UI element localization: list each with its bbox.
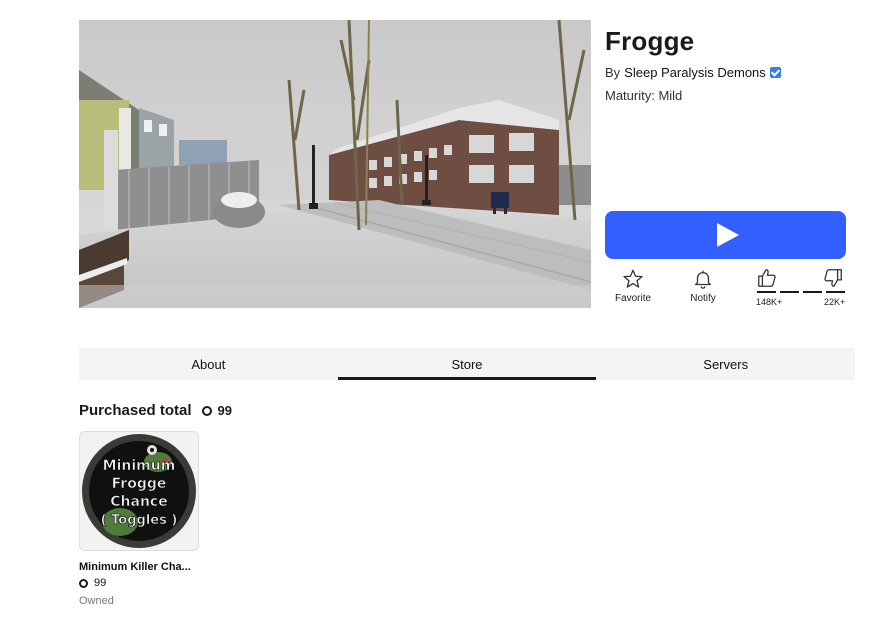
vote-ratio-bar	[757, 291, 845, 293]
verified-badge-icon	[769, 67, 781, 78]
purchased-total-amount: 99	[217, 403, 232, 418]
vote-bar-segment	[803, 291, 822, 293]
gamepass-text-line-2: Frogge	[112, 476, 167, 492]
purchased-total-label: Purchased total	[79, 402, 192, 419]
snowy-street-scene-image	[79, 20, 591, 308]
gamepass-text-line-3: Chance	[110, 494, 167, 510]
robux-icon	[79, 578, 88, 588]
favorite-label: Favorite	[614, 293, 652, 304]
creator-line: By Sleep Paralysis Demons	[605, 65, 781, 80]
vote-bar-segment	[757, 291, 776, 293]
store-item-thumbnail: Minimum Frogge Chance ( Toggles )	[79, 431, 199, 551]
store-item-price-value: 99	[94, 577, 107, 589]
play-icon	[716, 223, 739, 247]
game-title: Frogge	[605, 26, 695, 56]
maturity-rating: Maturity: Mild	[605, 88, 683, 103]
play-button[interactable]	[605, 211, 846, 259]
store-item-status: Owned	[79, 595, 114, 607]
gamepass-text-line-1: Minimum	[103, 458, 176, 474]
like-count: 148K+	[756, 297, 783, 307]
like-button[interactable]	[752, 267, 782, 289]
store-item-price: 99	[79, 577, 199, 589]
store-item-card[interactable]: Minimum Frogge Chance ( Toggles ) Minimu…	[79, 431, 199, 607]
game-thumbnail[interactable]	[79, 20, 591, 308]
star-icon	[623, 269, 643, 288]
store-item-name: Minimum Killer Cha...	[79, 561, 191, 573]
notify-label: Notify	[690, 293, 716, 304]
dislike-count: 22K+	[824, 297, 846, 307]
tab-bar: About Store Servers	[79, 348, 855, 380]
purchased-total-row: Purchased total 99	[79, 402, 232, 419]
favorite-button[interactable]: Favorite	[612, 268, 654, 304]
dislike-button[interactable]	[818, 267, 848, 289]
bell-icon	[695, 270, 711, 289]
vote-bar-segment	[780, 291, 799, 293]
thumbs-down-icon	[824, 269, 842, 287]
creator-link[interactable]: Sleep Paralysis Demons	[624, 65, 766, 80]
gamepass-text-line-4: ( Toggles )	[101, 513, 178, 528]
vote-bar-segment	[826, 291, 845, 293]
tab-about[interactable]: About	[79, 348, 338, 380]
tab-servers[interactable]: Servers	[596, 348, 855, 380]
tab-store[interactable]: Store	[337, 348, 597, 380]
by-label: By	[605, 65, 621, 80]
robux-icon	[201, 405, 212, 416]
game-details-page: Frogge By Sleep Paralysis Demons Maturit…	[0, 0, 887, 625]
gamepass-badge-image: Minimum Frogge Chance ( Toggles )	[82, 434, 196, 548]
thumbs-up-icon	[758, 269, 776, 287]
notify-button[interactable]: Notify	[682, 268, 724, 304]
